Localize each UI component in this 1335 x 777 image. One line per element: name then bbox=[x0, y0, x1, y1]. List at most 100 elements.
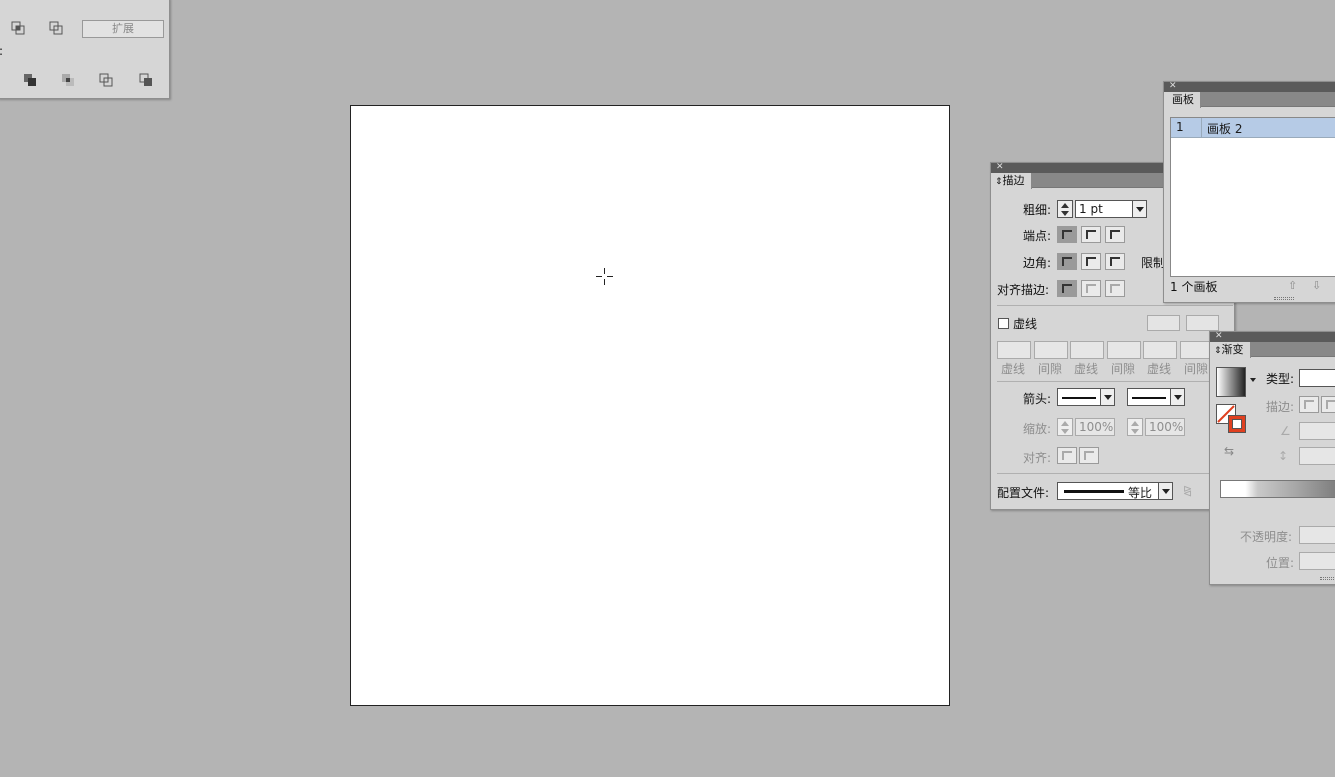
chevron-down-icon[interactable] bbox=[1158, 483, 1172, 499]
gradient-panel: ✕ ⇕渐变 类型: 描边: ⇆ ∠ ↕ 不透明度: 位置: bbox=[1209, 331, 1335, 585]
gradient-swatch[interactable] bbox=[1216, 367, 1246, 397]
updown-icon: ⇕ bbox=[995, 177, 1003, 187]
gap-label-1: 间隙 bbox=[1038, 362, 1063, 376]
align-outside-button[interactable] bbox=[1105, 280, 1125, 297]
resize-grip-icon[interactable] bbox=[1274, 297, 1294, 300]
dash-preserve-button[interactable] bbox=[1147, 315, 1180, 331]
line-icon bbox=[1062, 397, 1096, 399]
aspect-ratio-icon: ↕ bbox=[1278, 449, 1289, 463]
end-scale-field[interactable]: 100% bbox=[1145, 418, 1185, 436]
crop-icon[interactable] bbox=[139, 73, 153, 87]
type-select[interactable] bbox=[1299, 369, 1335, 387]
align-center-button[interactable] bbox=[1057, 280, 1077, 297]
profile-label: 配置文件: bbox=[997, 486, 1050, 500]
line-icon bbox=[1132, 397, 1166, 399]
round-cap-button[interactable] bbox=[1081, 226, 1101, 243]
start-scale-field[interactable]: 100% bbox=[1075, 418, 1115, 436]
gradient-stroke-within-button[interactable] bbox=[1299, 396, 1319, 413]
artboards-tab-row: 画板 bbox=[1164, 92, 1335, 108]
close-icon[interactable]: ✕ bbox=[1169, 80, 1177, 92]
miter-join-button[interactable] bbox=[1057, 253, 1077, 270]
chevron-down-icon[interactable] bbox=[1100, 389, 1114, 405]
divider bbox=[997, 381, 1233, 382]
flip-profile-icon[interactable]: ⧎ bbox=[1183, 484, 1192, 497]
angle-icon: ∠ bbox=[1280, 424, 1291, 438]
tab-artboards[interactable]: 画板 bbox=[1164, 92, 1201, 108]
dash-field-1[interactable] bbox=[997, 341, 1031, 359]
projecting-cap-button[interactable] bbox=[1105, 226, 1125, 243]
position-field[interactable] bbox=[1299, 552, 1335, 570]
pathfinder-panel: 扩展 : bbox=[0, 0, 170, 99]
dashed-checkbox[interactable] bbox=[998, 318, 1009, 329]
arrow-place-button[interactable] bbox=[1079, 447, 1099, 464]
bevel-join-button[interactable] bbox=[1105, 253, 1125, 270]
dashed-label: 虚线 bbox=[1013, 317, 1038, 331]
close-icon[interactable]: ✕ bbox=[996, 161, 1004, 173]
gap-label-2: 间隙 bbox=[1111, 362, 1136, 376]
move-up-icon[interactable]: ⇧ bbox=[1288, 279, 1297, 292]
updown-icon: ⇕ bbox=[1214, 346, 1222, 356]
artboard-count: 1 个画板 bbox=[1170, 280, 1218, 294]
gradient-stroke-label: 描边: bbox=[1266, 400, 1295, 414]
divider bbox=[997, 473, 1233, 474]
dash-align-button[interactable] bbox=[1186, 315, 1219, 331]
divider bbox=[997, 305, 1233, 306]
dash-label-2: 虚线 bbox=[1074, 362, 1099, 376]
end-arrowhead-select[interactable] bbox=[1127, 388, 1185, 406]
dash-field-2[interactable] bbox=[1070, 341, 1104, 359]
dash-label-3: 虚线 bbox=[1147, 362, 1172, 376]
arrowhead-label: 箭头: bbox=[1023, 392, 1052, 406]
resize-grip-icon[interactable] bbox=[1320, 577, 1335, 580]
align-inside-button[interactable] bbox=[1081, 280, 1101, 297]
tab-stroke[interactable]: ⇕描边 bbox=[991, 173, 1032, 189]
artboard-list: 1 画板 2 bbox=[1170, 117, 1335, 277]
close-icon[interactable]: ✕ bbox=[1215, 330, 1223, 342]
chevron-down-icon[interactable] bbox=[1170, 389, 1184, 405]
artboards-panel-titlebar[interactable]: ✕ bbox=[1164, 80, 1335, 92]
dash-label-1: 虚线 bbox=[1001, 362, 1026, 376]
artboards-panel: ✕ 画板 1 画板 2 1 个画板 ⇧ ⇩ bbox=[1163, 81, 1335, 303]
gradient-tab-row: ⇕渐变 bbox=[1210, 342, 1335, 358]
align-stroke-label: 对齐描边: bbox=[997, 283, 1050, 297]
limit-label: 限制 bbox=[1141, 256, 1166, 270]
weight-field[interactable]: 1 pt bbox=[1075, 200, 1147, 218]
cap-label: 端点: bbox=[1023, 229, 1052, 243]
expand-button[interactable]: 扩展 bbox=[82, 20, 164, 38]
weight-spinner[interactable] bbox=[1057, 200, 1073, 218]
aspect-ratio-field[interactable] bbox=[1299, 447, 1335, 465]
chevron-down-icon[interactable] bbox=[1250, 378, 1256, 382]
start-scale-spinner[interactable] bbox=[1057, 418, 1073, 436]
arrow-align-label: 对齐: bbox=[1023, 451, 1052, 465]
artboard[interactable] bbox=[350, 105, 950, 706]
weight-dropdown-icon[interactable] bbox=[1132, 201, 1146, 217]
move-down-icon[interactable]: ⇩ bbox=[1312, 279, 1321, 292]
gradient-panel-titlebar[interactable]: ✕ bbox=[1210, 330, 1335, 342]
intersect-icon[interactable] bbox=[11, 21, 25, 35]
gap-label-3: 间隙 bbox=[1184, 362, 1209, 376]
angle-field[interactable] bbox=[1299, 422, 1335, 440]
stroke-indicator-icon[interactable] bbox=[1228, 415, 1246, 433]
opacity-field[interactable] bbox=[1299, 526, 1335, 544]
round-join-button[interactable] bbox=[1081, 253, 1101, 270]
weight-label: 粗细: bbox=[1023, 203, 1052, 217]
merge-icon[interactable] bbox=[99, 73, 113, 87]
position-label: 位置: bbox=[1266, 556, 1295, 570]
gap-field-2[interactable] bbox=[1107, 341, 1141, 359]
divide-icon[interactable] bbox=[23, 73, 37, 87]
gradient-stroke-along-button[interactable] bbox=[1321, 396, 1335, 413]
type-label: 类型: bbox=[1266, 372, 1295, 386]
corner-label: 边角: bbox=[1023, 256, 1052, 270]
reverse-gradient-icon[interactable]: ⇆ bbox=[1224, 444, 1234, 458]
gradient-slider[interactable] bbox=[1220, 480, 1335, 498]
start-arrowhead-select[interactable] bbox=[1057, 388, 1115, 406]
profile-select[interactable]: 等比 bbox=[1057, 482, 1173, 500]
butt-cap-button[interactable] bbox=[1057, 226, 1077, 243]
gap-field-1[interactable] bbox=[1034, 341, 1068, 359]
tab-gradient[interactable]: ⇕渐变 bbox=[1210, 342, 1251, 358]
arrow-extend-button[interactable] bbox=[1057, 447, 1077, 464]
trim-icon[interactable] bbox=[61, 73, 75, 87]
exclude-icon[interactable] bbox=[49, 21, 63, 35]
end-scale-spinner[interactable] bbox=[1127, 418, 1143, 436]
dash-field-3[interactable] bbox=[1143, 341, 1177, 359]
artboard-list-item[interactable]: 1 画板 2 bbox=[1171, 118, 1335, 138]
